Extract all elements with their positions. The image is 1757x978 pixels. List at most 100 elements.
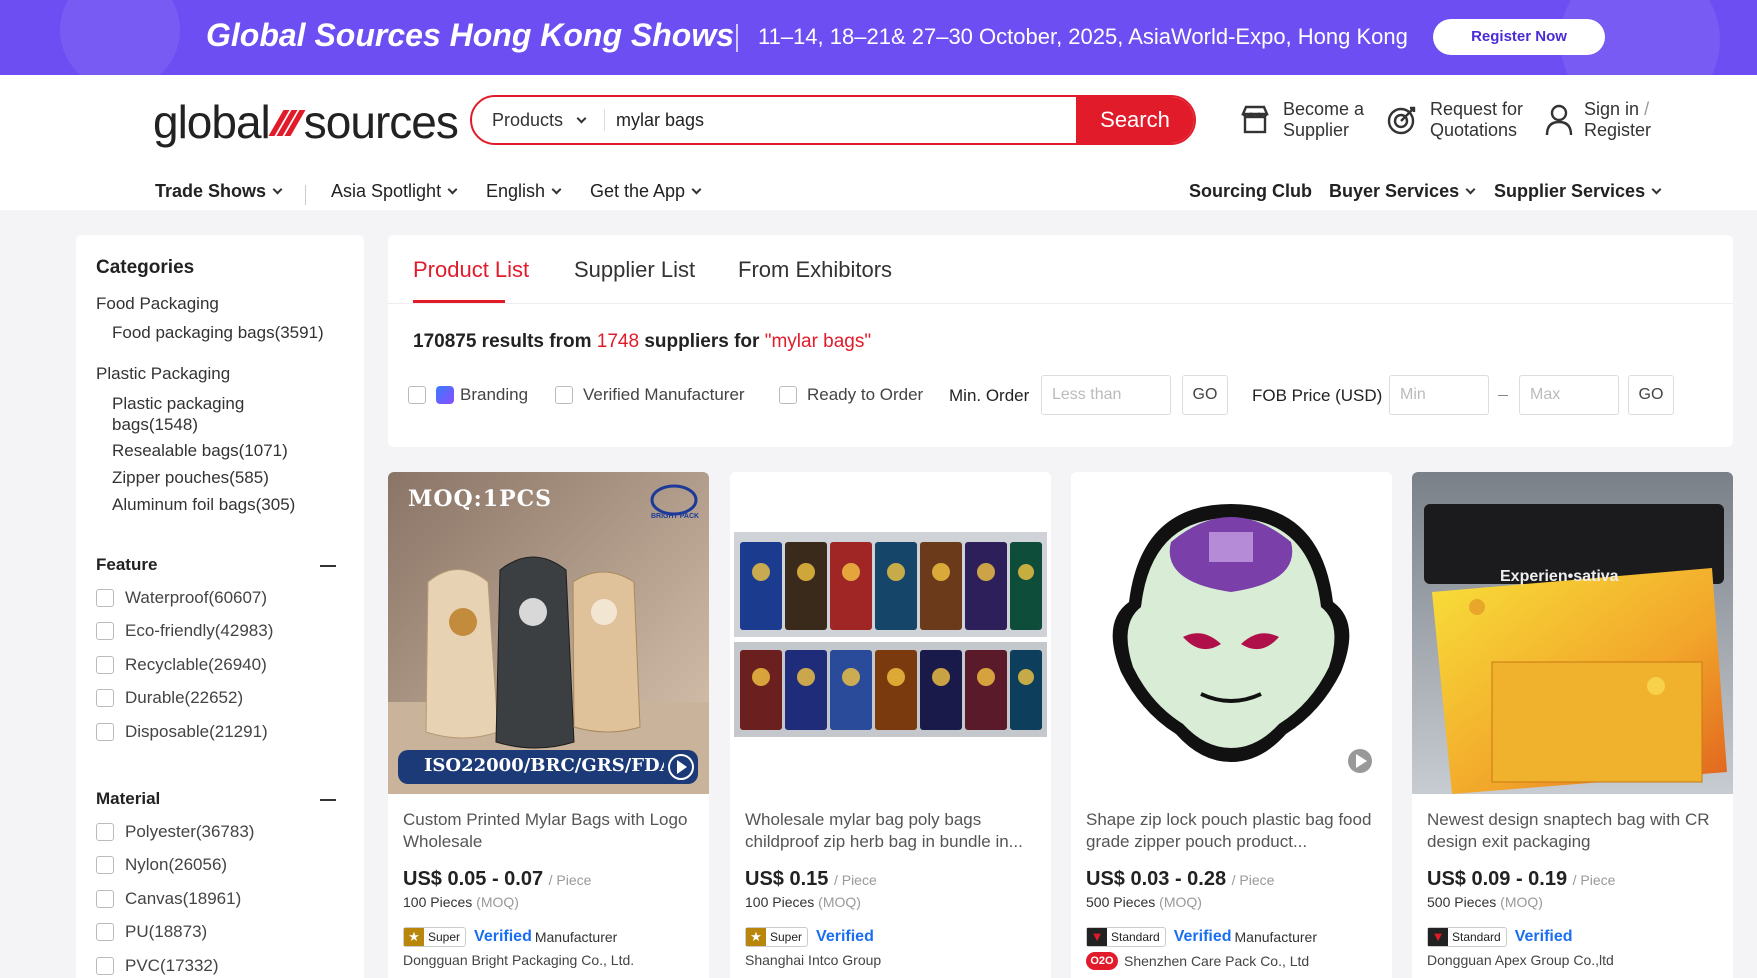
promo-banner[interactable]: Global Sources Hong Kong Shows 11–14, 18… — [0, 0, 1757, 75]
collapse-minus-icon[interactable] — [320, 799, 336, 801]
product-title[interactable]: Custom Printed Mylar Bags with Logo Whol… — [403, 809, 697, 853]
branding-icon — [436, 386, 454, 404]
nav-buyer-services[interactable]: Buyer Services — [1329, 181, 1476, 202]
checkbox[interactable] — [555, 386, 573, 404]
filter-sidebar: Categories Food Packaging Food packaging… — [76, 235, 364, 978]
feature-filter-checkbox[interactable]: Waterproof(60607) — [96, 588, 267, 608]
register-label[interactable]: Register — [1584, 120, 1651, 141]
checkbox[interactable] — [96, 589, 114, 607]
chevron-down-icon — [1651, 184, 1662, 195]
product-image-caption: Experien•sativa — [1500, 568, 1619, 585]
branding-filter[interactable]: Branding — [408, 385, 528, 405]
register-now-button[interactable]: Register Now — [1433, 19, 1605, 55]
global-sources-logo[interactable]: global sources — [153, 95, 459, 149]
ready-to-order-label: Ready to Order — [807, 385, 924, 404]
star-icon: ★ — [746, 928, 766, 946]
price-go-button[interactable]: GO — [1628, 375, 1674, 415]
product-card[interactable]: Wholesale mylar bag poly bags childproof… — [730, 472, 1051, 978]
sign-in-label[interactable]: Sign in — [1584, 99, 1639, 119]
nav-trade-shows[interactable]: Trade Shows — [155, 181, 283, 202]
checkbox[interactable] — [96, 656, 114, 674]
price-max-input[interactable]: Max — [1519, 375, 1619, 415]
material-filter-checkbox[interactable]: Canvas(18961) — [96, 889, 241, 909]
nav-language[interactable]: English — [486, 181, 562, 202]
price-unit: / Piece — [548, 872, 592, 888]
product-card[interactable]: Experien•sativa Newest design snaptech b… — [1412, 472, 1733, 978]
moq-label: (MOQ) — [1500, 894, 1543, 910]
product-title[interactable]: Wholesale mylar bag poly bags childproof… — [745, 809, 1039, 853]
tab-product-list[interactable]: Product List — [413, 257, 529, 283]
category-group-food-packaging[interactable]: Food Packaging — [96, 294, 219, 314]
search-input[interactable] — [616, 97, 1036, 143]
supplier-name[interactable]: O2O Shenzhen Care Pack Co., Ltd — [1086, 952, 1309, 970]
feature-filter-checkbox[interactable]: Durable(22652) — [96, 688, 243, 708]
nav-asia-spotlight[interactable]: Asia Spotlight — [331, 181, 458, 202]
product-image[interactable] — [730, 472, 1051, 794]
supplier-name[interactable]: Dongguan Apex Group Co.,ltd — [1427, 952, 1614, 968]
supplier-badges: ▼ Standard Verified — [1427, 927, 1576, 947]
category-item[interactable]: Resealable bags(1071) — [112, 440, 352, 461]
results-supplier-count: 1748 — [596, 331, 640, 352]
collapse-minus-icon[interactable] — [320, 565, 336, 567]
moq-label: (MOQ) — [476, 894, 519, 910]
supplier-name[interactable]: Dongguan Bright Packaging Co., Ltd. — [403, 952, 634, 968]
category-item[interactable]: Zipper pouches(585) — [112, 467, 352, 488]
material-filter-checkbox[interactable]: Polyester(36783) — [96, 822, 254, 842]
tab-from-exhibitors[interactable]: From Exhibitors — [738, 257, 892, 283]
checkbox[interactable] — [96, 890, 114, 908]
checkbox[interactable] — [96, 689, 114, 707]
material-label: PVC(17332) — [125, 956, 219, 975]
feature-filter-checkbox[interactable]: Disposable(21291) — [96, 722, 268, 742]
product-image[interactable]: Experien•sativa — [1412, 472, 1733, 794]
chevron-down-icon — [691, 184, 702, 195]
become-supplier-link[interactable]: Become a Supplier — [1237, 99, 1364, 141]
ready-to-order-filter[interactable]: Ready to Order — [779, 385, 923, 405]
product-title[interactable]: Shape zip lock pouch plastic bag food gr… — [1086, 809, 1380, 853]
checkbox[interactable] — [96, 923, 114, 941]
category-item[interactable]: Food packaging bags(3591) — [112, 322, 352, 343]
material-filter-checkbox[interactable]: PVC(17332) — [96, 956, 219, 976]
material-filter-checkbox[interactable]: Nylon(26056) — [96, 855, 227, 875]
checkbox[interactable] — [96, 957, 114, 975]
checkbox[interactable] — [96, 622, 114, 640]
product-title[interactable]: Newest design snaptech bag with CR desig… — [1427, 809, 1721, 853]
nav-sourcing-club[interactable]: Sourcing Club — [1189, 181, 1312, 202]
checkbox[interactable] — [779, 386, 797, 404]
nav-supplier-services[interactable]: Supplier Services — [1494, 181, 1662, 202]
checkbox[interactable] — [96, 856, 114, 874]
search-category-select[interactable]: Products — [492, 97, 587, 143]
nav-get-app[interactable]: Get the App — [590, 181, 702, 202]
become-supplier-line2: Supplier — [1283, 120, 1350, 140]
price-min-input[interactable]: Min — [1389, 375, 1489, 415]
feature-filter-checkbox[interactable]: Eco-friendly(42983) — [96, 621, 273, 641]
product-image[interactable]: MOQ:1PCS BRIGHT PACK ISO22000/BRC/GRS/FD… — [388, 472, 709, 794]
nav-asia-spotlight-label: Asia Spotlight — [331, 181, 442, 201]
feature-label: Recyclable(26940) — [125, 655, 267, 674]
category-item[interactable]: Aluminum foil bags(305) — [112, 494, 352, 515]
chevron-down-icon — [576, 113, 587, 124]
supplier-badges: ▼ Standard Verified Manufacturer — [1086, 927, 1317, 947]
material-filter-checkbox[interactable]: PU(18873) — [96, 922, 207, 942]
level-label: Standard — [1111, 930, 1160, 944]
category-item[interactable]: Plastic packaging bags(1548) — [112, 393, 272, 435]
product-image[interactable] — [1071, 472, 1392, 794]
product-card[interactable]: Shape zip lock pouch plastic bag food gr… — [1071, 472, 1392, 978]
checkbox[interactable] — [96, 823, 114, 841]
product-photo-shaped-pouch — [1071, 472, 1392, 794]
verified-manufacturer-filter[interactable]: Verified Manufacturer — [555, 385, 745, 405]
supplier-name[interactable]: Shanghai Intco Group — [745, 952, 881, 968]
feature-filter-checkbox[interactable]: Recyclable(26940) — [96, 655, 267, 675]
category-group-plastic-packaging[interactable]: Plastic Packaging — [96, 364, 230, 384]
product-card[interactable]: MOQ:1PCS BRIGHT PACK ISO22000/BRC/GRS/FD… — [388, 472, 709, 978]
tab-supplier-list[interactable]: Supplier List — [574, 257, 695, 283]
checkbox[interactable] — [96, 723, 114, 741]
min-order-go-button[interactable]: GO — [1182, 375, 1228, 415]
search-button[interactable]: Search — [1076, 97, 1194, 143]
sign-in-register-link[interactable]: Sign in / Register — [1544, 99, 1651, 141]
min-order-input[interactable]: Less than — [1041, 375, 1171, 415]
request-quotations-link[interactable]: Request for Quotations — [1384, 99, 1523, 141]
checkbox[interactable] — [408, 386, 426, 404]
chevron-down-icon — [1465, 184, 1476, 195]
super-level-badge: ★ Super — [745, 927, 809, 947]
categories-heading: Categories — [96, 257, 195, 278]
